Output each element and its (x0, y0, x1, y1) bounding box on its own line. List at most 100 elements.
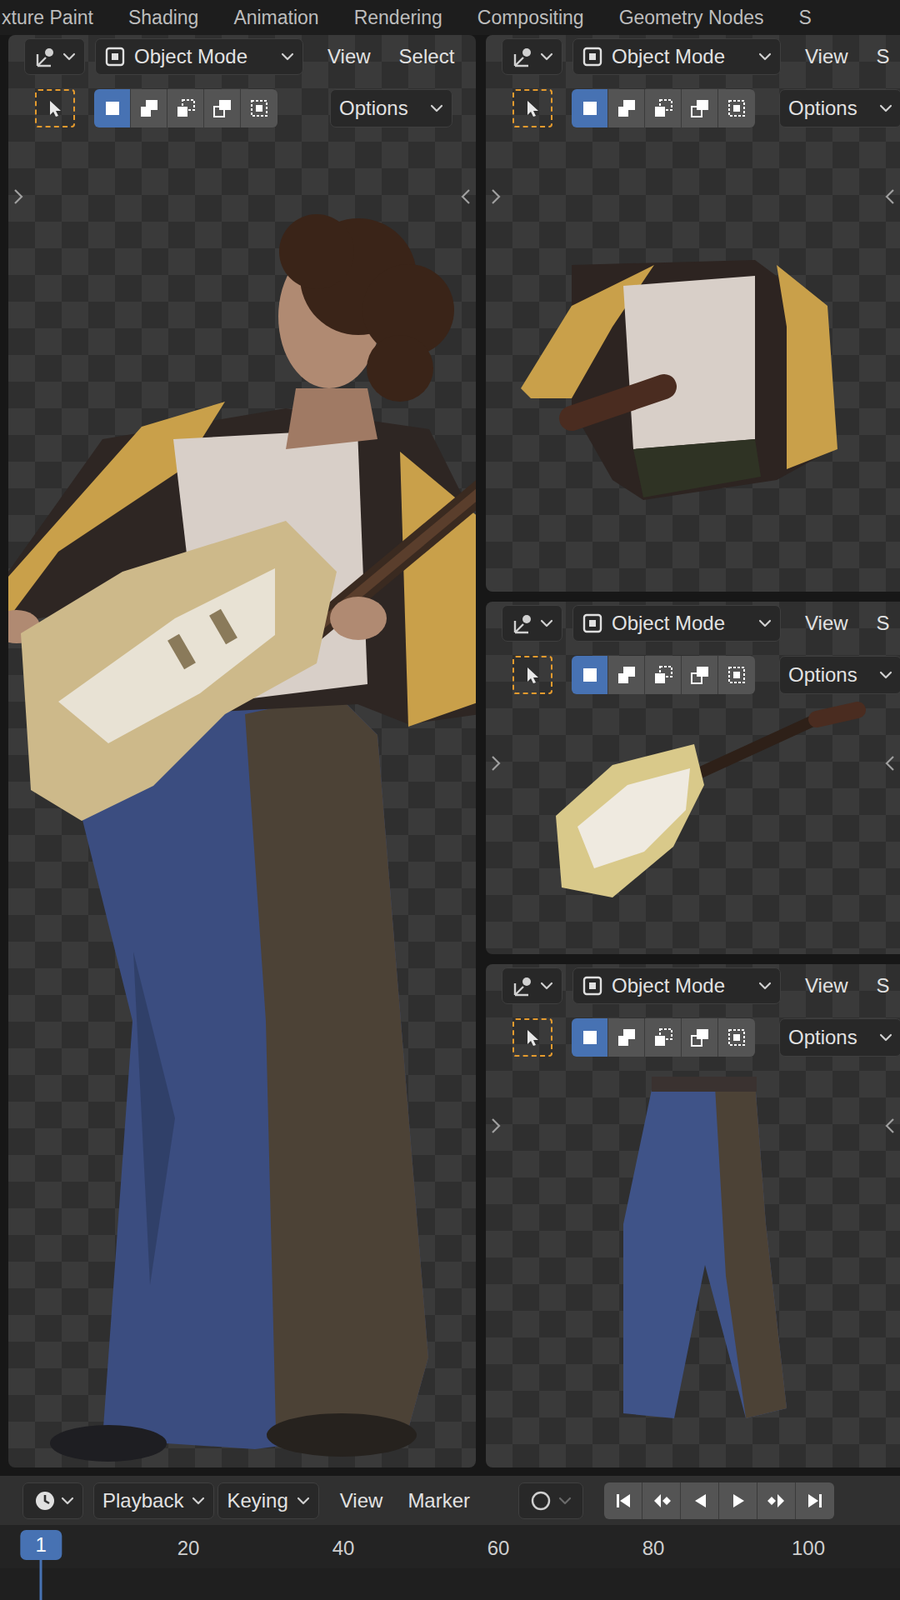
editor-type-button[interactable] (24, 38, 85, 75)
editor-type-button[interactable] (501, 605, 563, 642)
options-dropdown[interactable]: Options (330, 89, 453, 128)
selection-mode-button[interactable] (681, 655, 719, 695)
chevron-down-icon (758, 51, 772, 62)
selection-mode-button[interactable] (718, 655, 755, 695)
selection-mode-button[interactable] (718, 89, 755, 128)
playback-button[interactable] (757, 1482, 796, 1520)
selection-mode-button[interactable] (608, 655, 645, 695)
timeline-menu[interactable]: Marker (407, 1484, 470, 1518)
selection-mode-button[interactable] (130, 89, 168, 128)
selection-mode-button[interactable] (681, 89, 719, 128)
selection-mode-icon (689, 97, 711, 120)
selection-mode-button[interactable] (645, 1018, 682, 1057)
workspace-tab[interactable]: xture Paint (1, 6, 94, 30)
selection-mode-button[interactable] (681, 1018, 719, 1057)
mode-dropdown[interactable]: Object Mode (572, 605, 781, 642)
mode-dropdown[interactable]: Object Mode (572, 967, 781, 1005)
workspace-tab[interactable]: Compositing (477, 6, 585, 30)
chevron-down-icon (879, 1032, 893, 1043)
viewport-header: Object Mode View S Options (485, 964, 900, 1057)
viewport-column: Object ModeViewSOptionsObject ModeViewSO… (485, 35, 900, 1468)
header-menu[interactable]: View (805, 606, 849, 640)
editor-type-button[interactable] (501, 38, 563, 75)
select-tool-button[interactable] (35, 89, 75, 128)
playback-button[interactable] (642, 1482, 681, 1520)
timeline-menu[interactable]: View (340, 1484, 384, 1518)
header-menu[interactable]: S (876, 606, 890, 640)
editor-type-button[interactable] (22, 1482, 84, 1520)
toolbar-toggle[interactable] (489, 186, 503, 210)
options-label: Options (788, 1025, 858, 1050)
clock-icon (32, 1488, 58, 1514)
timeline-menu[interactable]: Playback (93, 1482, 215, 1520)
timeline-header: PlaybackKeying View Marker (0, 1475, 900, 1525)
options-dropdown[interactable]: Options (779, 655, 900, 695)
select-tool-button[interactable] (512, 655, 553, 695)
sidebar-toggle[interactable] (459, 186, 473, 210)
3d-viewport[interactable]: Object Mode View S Options (485, 35, 900, 592)
current-frame[interactable]: 1 (20, 1530, 62, 1560)
sidebar-toggle[interactable] (883, 753, 897, 777)
selection-mode-group (94, 89, 278, 128)
auto-keying-button[interactable] (518, 1482, 584, 1520)
selection-mode-icon (615, 1026, 638, 1049)
selection-mode-button[interactable] (571, 1018, 609, 1057)
3d-view-icon (511, 973, 537, 999)
selection-mode-button[interactable] (645, 89, 682, 128)
playback-button[interactable] (719, 1482, 758, 1520)
selection-mode-button[interactable] (645, 655, 682, 695)
selection-mode-button[interactable] (608, 1018, 645, 1057)
select-tool-button[interactable] (512, 1018, 553, 1057)
selection-mode-icon (725, 1026, 748, 1049)
jump-end-icon (804, 1490, 826, 1512)
3d-viewport[interactable]: Object Mode View Select Options (8, 35, 476, 1468)
viewport-header: Object Mode View S Options (485, 601, 900, 695)
options-dropdown[interactable]: Options (779, 89, 900, 128)
workspace-tab[interactable]: Shading (128, 6, 199, 30)
chevron-down-icon (62, 51, 76, 62)
playback-button[interactable] (795, 1482, 835, 1520)
selection-mode-button[interactable] (167, 89, 205, 128)
selection-mode-button[interactable] (94, 89, 131, 128)
workspace-tab[interactable]: Animation (233, 6, 319, 30)
playback-button[interactable] (604, 1482, 643, 1520)
timeline-menu[interactable]: Keying (217, 1482, 319, 1520)
sidebar-toggle[interactable] (883, 1115, 897, 1140)
3d-viewport[interactable]: Object Mode View S Options (485, 964, 900, 1468)
workspace-tab[interactable]: Rendering (354, 6, 443, 30)
selection-mode-icon (725, 664, 748, 686)
cursor-icon (522, 1027, 543, 1048)
frame-tick: 20 (177, 1536, 200, 1560)
cursor-icon (522, 98, 543, 119)
workspace-tab[interactable]: Geometry Nodes (619, 6, 765, 30)
header-menu[interactable]: View (805, 40, 849, 74)
selection-mode-button[interactable] (204, 89, 241, 128)
chevron-down-icon (280, 51, 295, 62)
frame-ruler[interactable]: 204060801001 (0, 1525, 900, 1600)
selection-mode-button[interactable] (571, 89, 609, 128)
options-dropdown[interactable]: Options (779, 1018, 900, 1057)
header-menu[interactable]: S (876, 969, 890, 1003)
workspace-tab[interactable]: S (799, 6, 812, 30)
mode-dropdown[interactable]: Object Mode (572, 38, 781, 75)
selection-mode-icon (579, 664, 601, 686)
toolbar-toggle[interactable] (489, 753, 503, 777)
3d-viewport[interactable]: Object Mode View S Options (485, 601, 900, 955)
toolbar-toggle[interactable] (489, 1115, 503, 1140)
header-menu[interactable]: View (327, 40, 371, 74)
toolbar-toggle[interactable] (11, 186, 25, 210)
selection-mode-button[interactable] (608, 89, 645, 128)
mode-label: Object Mode (611, 45, 750, 69)
selection-mode-button[interactable] (571, 655, 609, 695)
header-menu[interactable]: View (805, 969, 849, 1003)
playback-button[interactable] (680, 1482, 720, 1520)
sidebar-toggle[interactable] (883, 186, 897, 210)
editor-type-button[interactable] (501, 967, 563, 1005)
header-menu[interactable]: S (876, 40, 890, 74)
selection-mode-button[interactable] (718, 1018, 755, 1057)
chevron-down-icon (296, 1495, 310, 1506)
mode-dropdown[interactable]: Object Mode (95, 38, 304, 75)
selection-mode-button[interactable] (240, 89, 278, 128)
header-menu[interactable]: Select (399, 40, 455, 74)
select-tool-button[interactable] (512, 89, 553, 128)
